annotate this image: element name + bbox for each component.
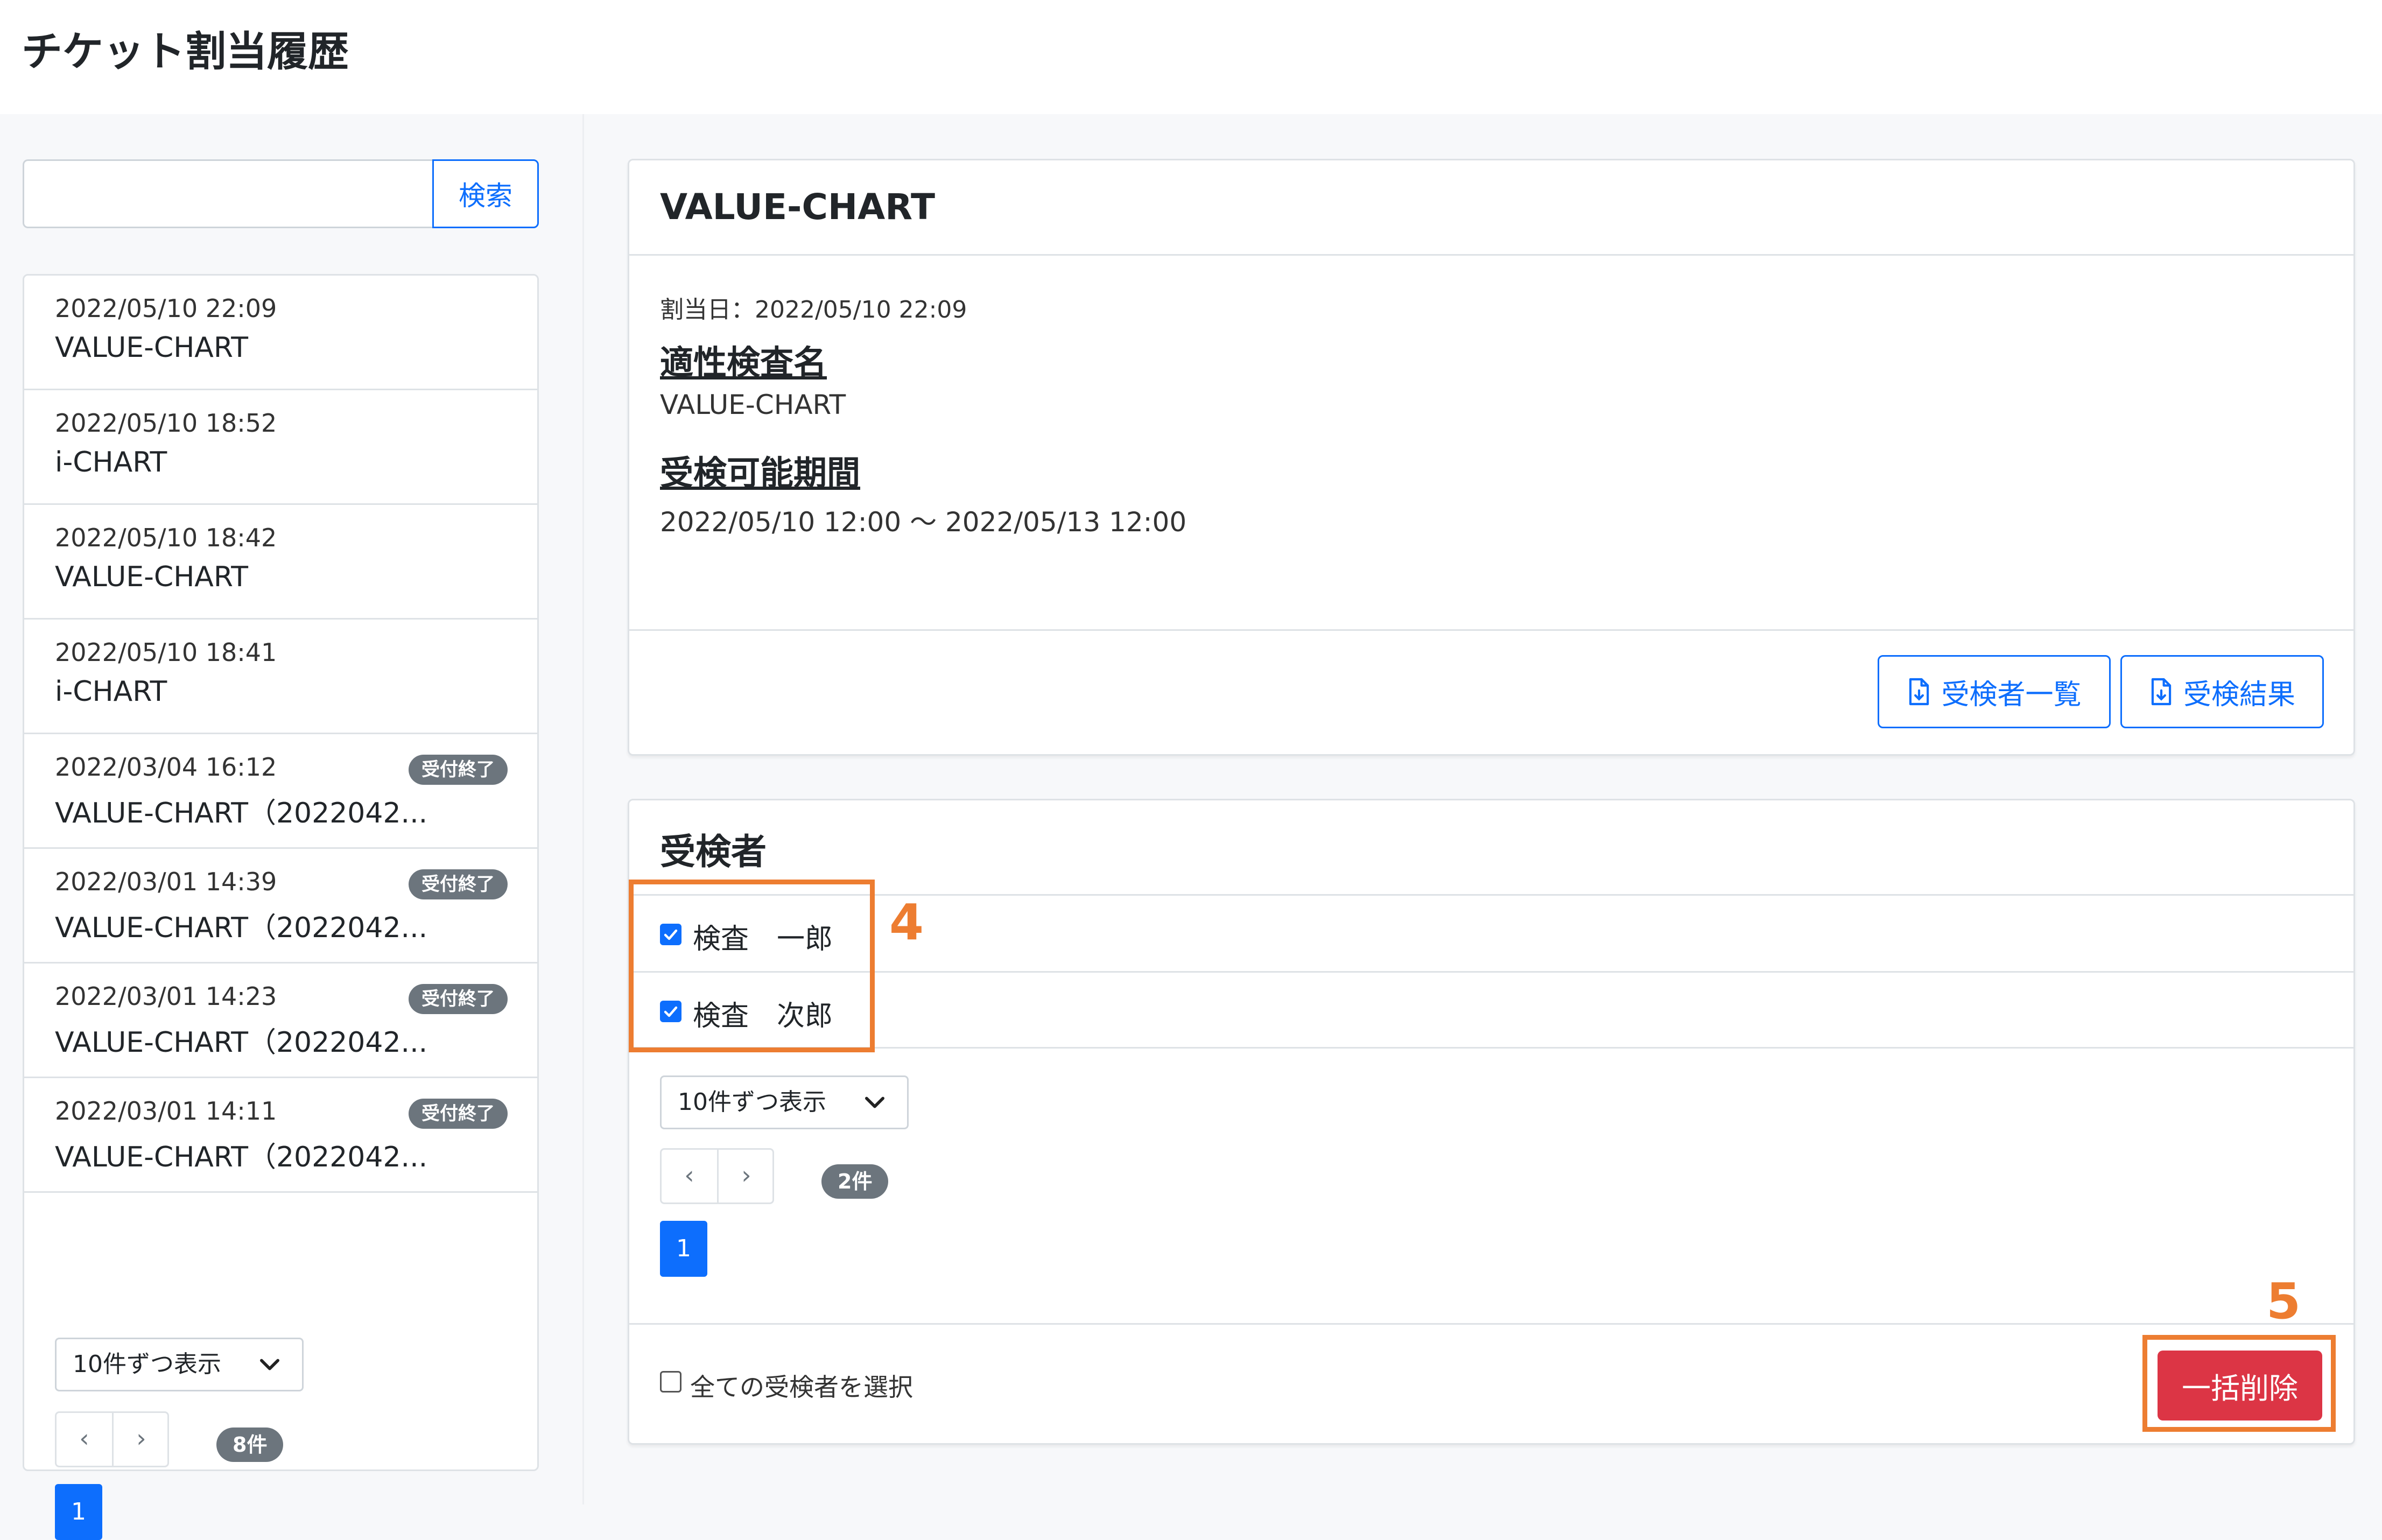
item-date: 2022/05/10 18:52	[55, 409, 277, 438]
page-title: チケット割当履歴	[22, 27, 349, 75]
detail-title: VALUE-CHART	[660, 186, 936, 228]
item-name: VALUE-CHART	[55, 561, 248, 593]
check-icon	[664, 929, 678, 940]
pagination-arrows: ‹ ›	[660, 1148, 774, 1204]
examinee-list-label: 受検者一覧	[1941, 678, 2082, 711]
status-badge: 受付終了	[409, 1099, 508, 1129]
item-name: VALUE-CHART（2022042...	[55, 1026, 428, 1059]
next-page-button[interactable]: ›	[719, 1150, 774, 1203]
period-value: 2022/05/10 12:00 〜 2022/05/13 12:00	[660, 507, 1187, 538]
search-input[interactable]	[23, 159, 433, 228]
list-item[interactable]: 2022/05/10 18:41 i-CHART	[24, 620, 537, 734]
count-badge: 2件	[821, 1164, 889, 1199]
item-date: 2022/03/01 14:39	[55, 867, 277, 896]
prev-page-button[interactable]: ‹	[57, 1413, 114, 1466]
list-item[interactable]: 2022/03/01 14:11 受付終了 VALUE-CHART（202204…	[24, 1078, 537, 1193]
item-date: 2022/03/01 14:23	[55, 982, 277, 1011]
divider	[629, 629, 2353, 631]
page-number-button[interactable]: 1	[55, 1484, 102, 1540]
per-page-select[interactable]: 10件ずつ表示	[55, 1338, 304, 1391]
per-page-select[interactable]: 10件ずつ表示	[660, 1075, 909, 1129]
examinees-card: 受検者 検査 一郎 検査 次郎 10件ずつ表示 ‹ › 2件 1 全ての受検者を…	[628, 799, 2355, 1445]
history-sidebar: 検索 2022/05/10 22:09 VALUE-CHART 2022/05/…	[0, 114, 584, 1540]
list-item[interactable]: 2022/05/10 18:52 i-CHART	[24, 390, 537, 505]
period-heading: 受検可能期間	[660, 453, 861, 493]
examinee-list-download-button[interactable]: 受検者一覧	[1878, 655, 2111, 728]
examinee-checkbox[interactable]	[660, 924, 681, 945]
history-list: 2022/05/10 22:09 VALUE-CHART 2022/05/10 …	[23, 274, 539, 1540]
item-date: 2022/03/01 14:11	[55, 1096, 277, 1126]
status-badge: 受付終了	[409, 984, 508, 1014]
examinee-name: 検査 次郎	[693, 1000, 833, 1032]
item-date: 2022/03/04 16:12	[55, 753, 277, 782]
search-button[interactable]: 検索	[432, 159, 539, 228]
status-badge: 受付終了	[409, 755, 508, 785]
next-page-button[interactable]: ›	[114, 1413, 169, 1466]
select-all-checkbox[interactable]	[660, 1371, 681, 1393]
item-name: VALUE-CHART	[55, 332, 248, 364]
test-name-value: VALUE-CHART	[660, 389, 846, 420]
page-number-button[interactable]: 1	[660, 1221, 707, 1277]
pagination-arrows: ‹ ›	[55, 1411, 169, 1467]
divider	[629, 254, 2353, 256]
list-item[interactable]: 2022/03/01 14:39 受付終了 VALUE-CHART（202204…	[24, 849, 537, 964]
annotation-marker-4: 4	[889, 894, 924, 951]
list-item[interactable]: 2022/05/10 18:42 VALUE-CHART	[24, 505, 537, 620]
chevron-down-icon	[865, 1096, 884, 1108]
examinee-checkbox[interactable]	[660, 1001, 681, 1022]
check-icon	[664, 1006, 678, 1017]
chevron-down-icon	[260, 1359, 279, 1370]
examinee-name: 検査 一郎	[693, 923, 833, 955]
per-page-select-value: 10件ずつ表示	[73, 1351, 221, 1378]
item-name: VALUE-CHART（2022042...	[55, 797, 428, 829]
annotation-marker-5: 5	[2266, 1272, 2301, 1330]
item-name: VALUE-CHART（2022042...	[55, 1141, 428, 1173]
item-name: i-CHART	[55, 446, 167, 479]
examinees-title: 受検者	[660, 831, 767, 873]
test-name-heading: 適性検査名	[660, 343, 827, 382]
item-name: i-CHART	[55, 676, 167, 708]
status-badge: 受付終了	[409, 869, 508, 899]
divider	[629, 1323, 2353, 1325]
select-all-label: 全ての受検者を選択	[690, 1373, 913, 1402]
divider	[629, 1047, 2353, 1049]
detail-card: VALUE-CHART 割当日：2022/05/10 22:09 適性検査名 V…	[628, 159, 2355, 756]
assigned-date: 割当日：2022/05/10 22:09	[660, 296, 967, 324]
list-item[interactable]: 2022/03/04 16:12 受付終了 VALUE-CHART（202204…	[24, 734, 537, 849]
file-download-icon	[2151, 678, 2172, 706]
item-date: 2022/05/10 18:41	[55, 638, 277, 667]
table-row: 検査 一郎	[629, 896, 2328, 971]
item-name: VALUE-CHART（2022042...	[55, 912, 428, 944]
page-header: チケット割当履歴	[0, 0, 2382, 114]
table-row: 検査 次郎	[629, 973, 2328, 1048]
list-item[interactable]: 2022/05/10 22:09 VALUE-CHART	[24, 276, 537, 390]
file-download-icon	[1909, 678, 1929, 706]
prev-page-button[interactable]: ‹	[662, 1150, 719, 1203]
item-date: 2022/05/10 22:09	[55, 294, 277, 323]
results-download-button[interactable]: 受検結果	[2120, 655, 2324, 728]
per-page-select-value: 10件ずつ表示	[678, 1088, 826, 1116]
bulk-delete-button[interactable]: 一括削除	[2158, 1351, 2322, 1421]
item-date: 2022/05/10 18:42	[55, 523, 277, 552]
list-item[interactable]: 2022/03/01 14:23 受付終了 VALUE-CHART（202204…	[24, 964, 537, 1078]
count-badge: 8件	[216, 1428, 284, 1462]
results-label: 受検結果	[2183, 678, 2295, 711]
